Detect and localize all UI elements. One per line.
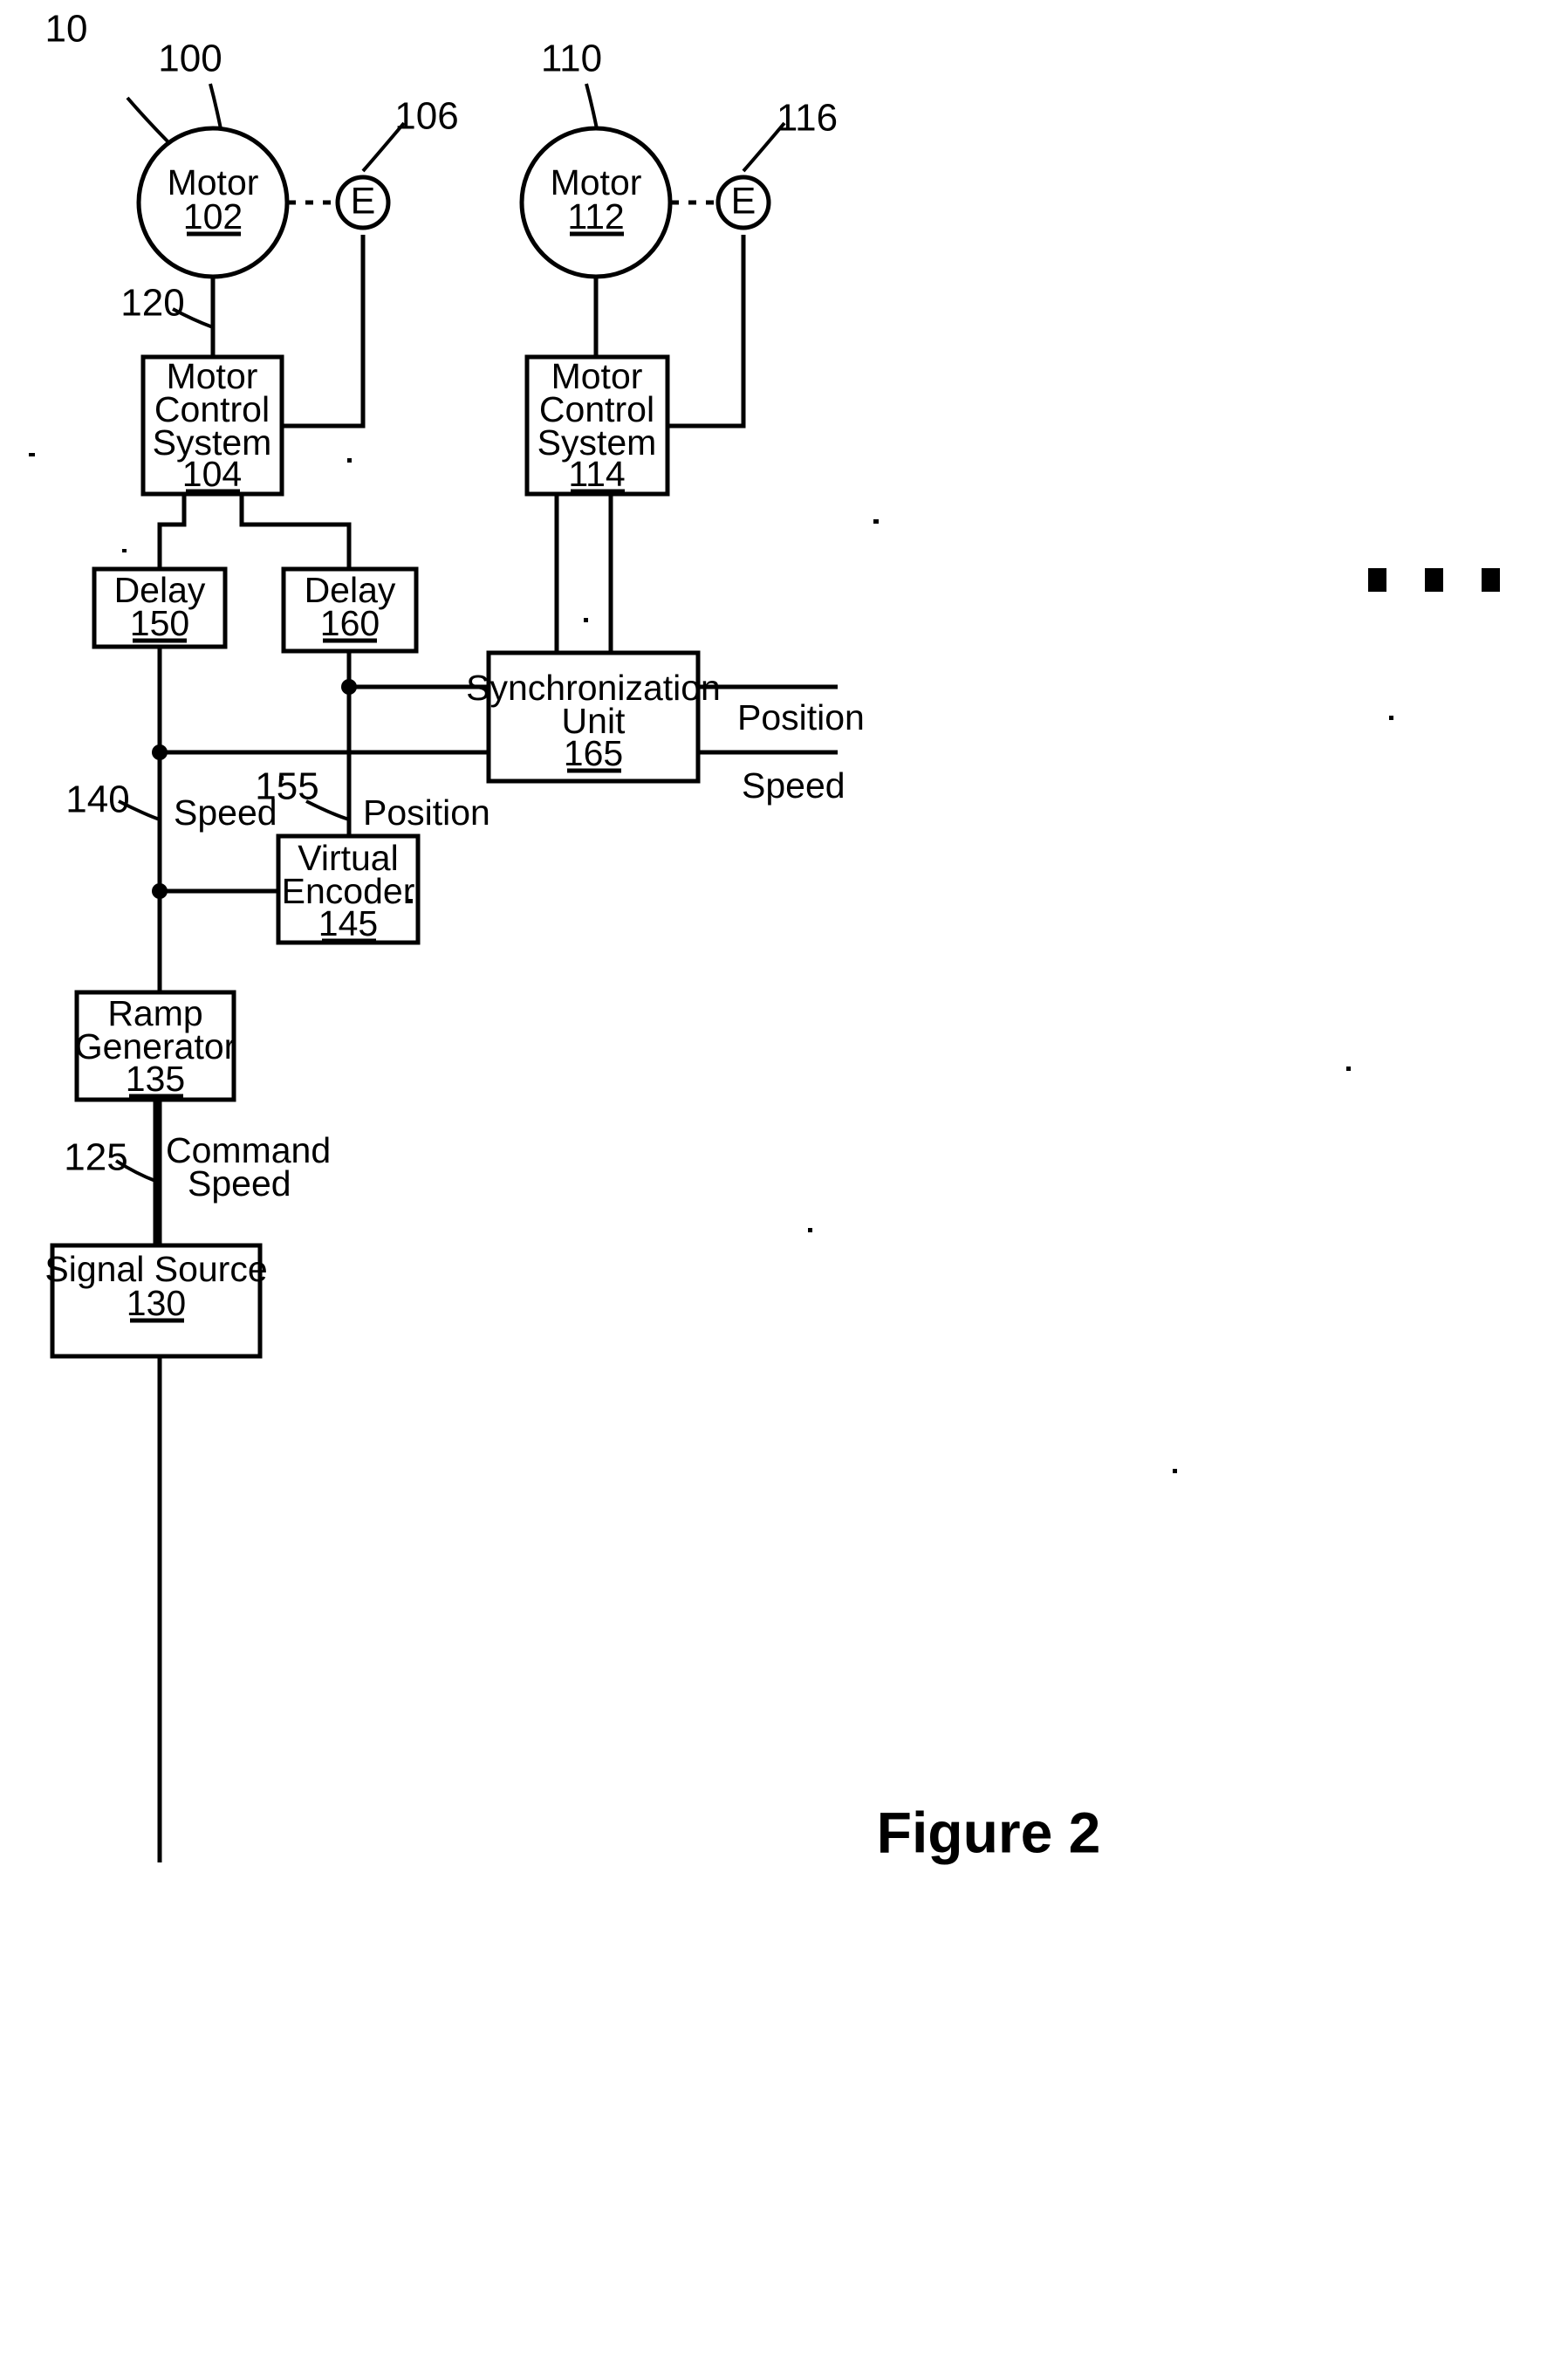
ref-140: 140 [65, 778, 129, 821]
junction-dot-virtual-encoder [152, 883, 168, 899]
ramp-generator-ref: 135 [126, 1059, 185, 1099]
ref-106: 106 [394, 95, 458, 138]
delay-150-ref: 150 [130, 603, 189, 643]
label-command-line2: Speed [188, 1163, 291, 1204]
figure-caption: Figure 2 [877, 1800, 1101, 1864]
ref-10: 10 [45, 8, 88, 51]
wire-encoder106-to-mcs104 [282, 235, 366, 429]
label-speed-left: Speed [174, 792, 277, 833]
virtual-encoder-ref: 145 [318, 903, 378, 943]
label-speed-out: Speed [742, 765, 845, 806]
motor-102-ref: 102 [183, 196, 243, 237]
motor-synchronization-block-diagram: Motor 102 E Motor 112 E Motor Control Sy… [29, 8, 1500, 1864]
wire-mcs104-to-delay150 [157, 494, 187, 569]
delay-160-ref: 160 [320, 603, 380, 643]
signal-source-ref: 130 [127, 1283, 186, 1323]
mcs-114-ref: 114 [568, 454, 625, 494]
label-position-left: Position [363, 792, 490, 833]
junction-dot-speed [152, 744, 168, 760]
motor-112-ref: 112 [567, 196, 624, 237]
ref-120: 120 [120, 282, 184, 325]
mcs-104-ref: 104 [182, 454, 242, 494]
junction-dot-position [341, 679, 357, 695]
wire-mcs104-to-delay160 [239, 494, 352, 569]
ref-100: 100 [158, 38, 222, 80]
patent-figure-page: Motor 102 E Motor 112 E Motor Control Sy… [0, 0, 1554, 2380]
ref-116: 116 [777, 97, 838, 140]
wire-encoder116-to-mcs114 [667, 235, 746, 429]
ellipsis-dots [1368, 568, 1500, 592]
sync-unit-ref: 165 [564, 733, 623, 773]
encoder-116-label: E [731, 180, 756, 222]
ref-110: 110 [541, 38, 602, 80]
encoder-106-label: E [351, 180, 376, 222]
label-position-out: Position [737, 697, 865, 737]
ref-125: 125 [64, 1136, 127, 1179]
